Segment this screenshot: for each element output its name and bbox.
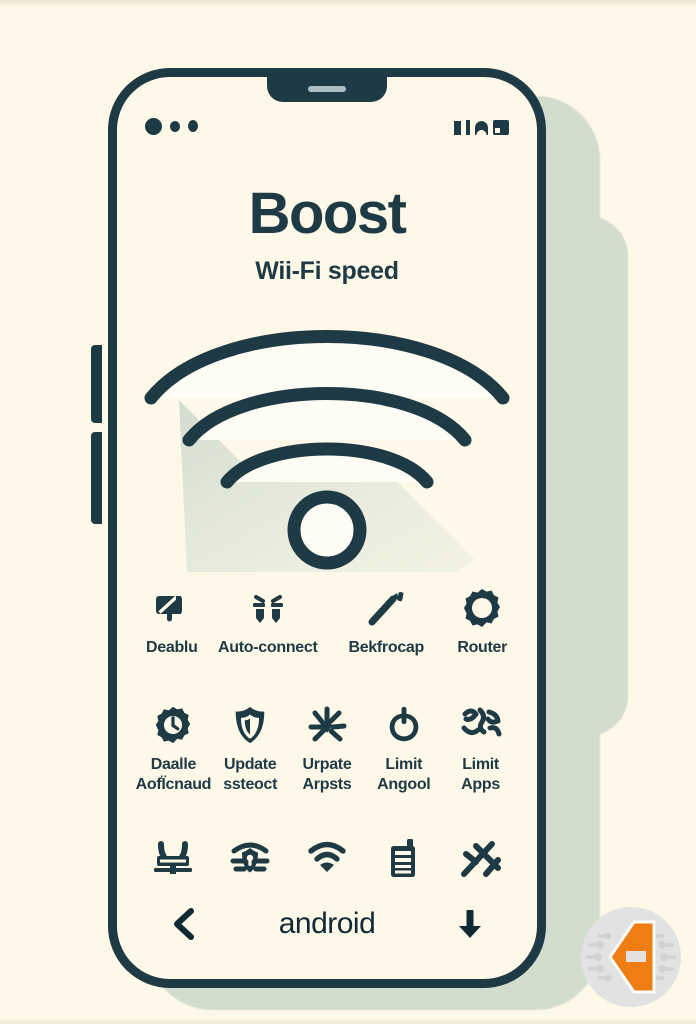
arrow-down-icon[interactable] — [455, 907, 485, 941]
scribble-chart-icon — [460, 702, 502, 748]
tile-auto-connect[interactable]: Auto-connect — [209, 585, 327, 658]
canvas-top-edge — [0, 0, 696, 6]
screenshot-canvas: Boost Wii-Fi speed Deablu Auto-connect B… — [0, 0, 696, 1024]
wifi-solid-icon — [306, 835, 348, 881]
signal-bar-glyph-icon — [454, 121, 461, 135]
front-camera-cluster — [145, 117, 198, 135]
volume-down-button[interactable] — [91, 432, 102, 524]
status-indicator-group — [454, 117, 509, 135]
gear-icon — [461, 585, 503, 631]
bottom-navigation-bar: android — [117, 897, 537, 951]
tile-server-device[interactable] — [365, 835, 442, 881]
thumbs-down-slashed-icon — [152, 585, 192, 631]
magic-wand-icon — [366, 585, 406, 631]
tile-label: Daalle AofÏcnaud — [135, 756, 212, 794]
wifi-shield-icon — [229, 835, 271, 881]
tile-label: Auto-connect — [218, 639, 318, 656]
tile-label: Deablu — [146, 639, 198, 656]
tile-wifi-shield[interactable] — [212, 835, 289, 881]
tile-router[interactable]: Router — [445, 585, 519, 658]
wifi-signal-icon — [127, 282, 527, 572]
tile-label: Router — [457, 639, 508, 656]
tile-label: Limit Apps — [461, 756, 500, 794]
camera-lens-dot-icon — [145, 117, 162, 135]
tile-bekfrocap[interactable]: Bekfrocap — [327, 585, 445, 658]
phone-notch — [267, 77, 387, 102]
watermark-badge — [574, 900, 688, 1014]
tile-diagonal-slash-arrow[interactable] — [442, 835, 519, 881]
tile-label: Urpate Arpsts — [302, 756, 352, 794]
battery-box-glyph-icon — [493, 120, 509, 135]
power-button-icon — [385, 702, 423, 748]
page-title: Boost — [248, 181, 407, 246]
tile-limit-angool[interactable]: Limit Angool — [365, 702, 442, 796]
signal-stem-glyph-icon — [466, 120, 470, 135]
status-bar — [117, 111, 537, 141]
earpiece-speaker — [308, 86, 346, 92]
tile-urpate-arpsts[interactable]: Urpate Arpsts — [289, 702, 366, 796]
action-grid-row-2: Daalle AofÏcnaud Update ssteoct Urpate A… — [135, 702, 519, 796]
tile-update-ssteoct[interactable]: Update ssteoct — [212, 702, 289, 796]
header-block: Boost Wii-Fi speed — [117, 185, 537, 286]
tile-label: Limit Angool — [377, 756, 431, 794]
tile-wifi-solid[interactable] — [289, 835, 366, 881]
arch-glyph-icon — [475, 121, 488, 135]
tile-deablu[interactable]: Deablu — [135, 585, 209, 658]
action-grid-row-3 — [135, 835, 519, 881]
volume-up-button[interactable] — [91, 345, 102, 423]
tile-label: Bekfrocap — [348, 639, 424, 656]
sensor-dot-small-icon — [170, 120, 180, 132]
android-brand-label: android — [278, 907, 376, 940]
tile-router-antenna[interactable] — [135, 835, 212, 881]
star-burst-icon — [306, 702, 348, 748]
phone-frame: Boost Wii-Fi speed Deablu Auto-connect B… — [108, 68, 546, 988]
router-antenna-icon — [152, 835, 194, 881]
tile-limit-apps[interactable]: Limit Apps — [442, 702, 519, 796]
diagonal-slash-arrow-icon — [460, 835, 502, 881]
server-device-icon — [387, 835, 421, 881]
chevron-left-icon[interactable] — [169, 907, 199, 941]
action-grid-row-1: Deablu Auto-connect Bekfrocap Router — [135, 585, 519, 658]
tile-label: Update ssteoct — [223, 756, 278, 794]
shield-icon — [231, 702, 269, 748]
tile-daalle-aoficnaud[interactable]: Daalle AofÏcnaud — [135, 702, 212, 796]
plug-connector-icon — [248, 585, 288, 631]
sensor-dot-small-icon — [188, 120, 198, 132]
canvas-bottom-edge — [0, 1018, 696, 1024]
gear-refresh-icon — [153, 702, 193, 748]
